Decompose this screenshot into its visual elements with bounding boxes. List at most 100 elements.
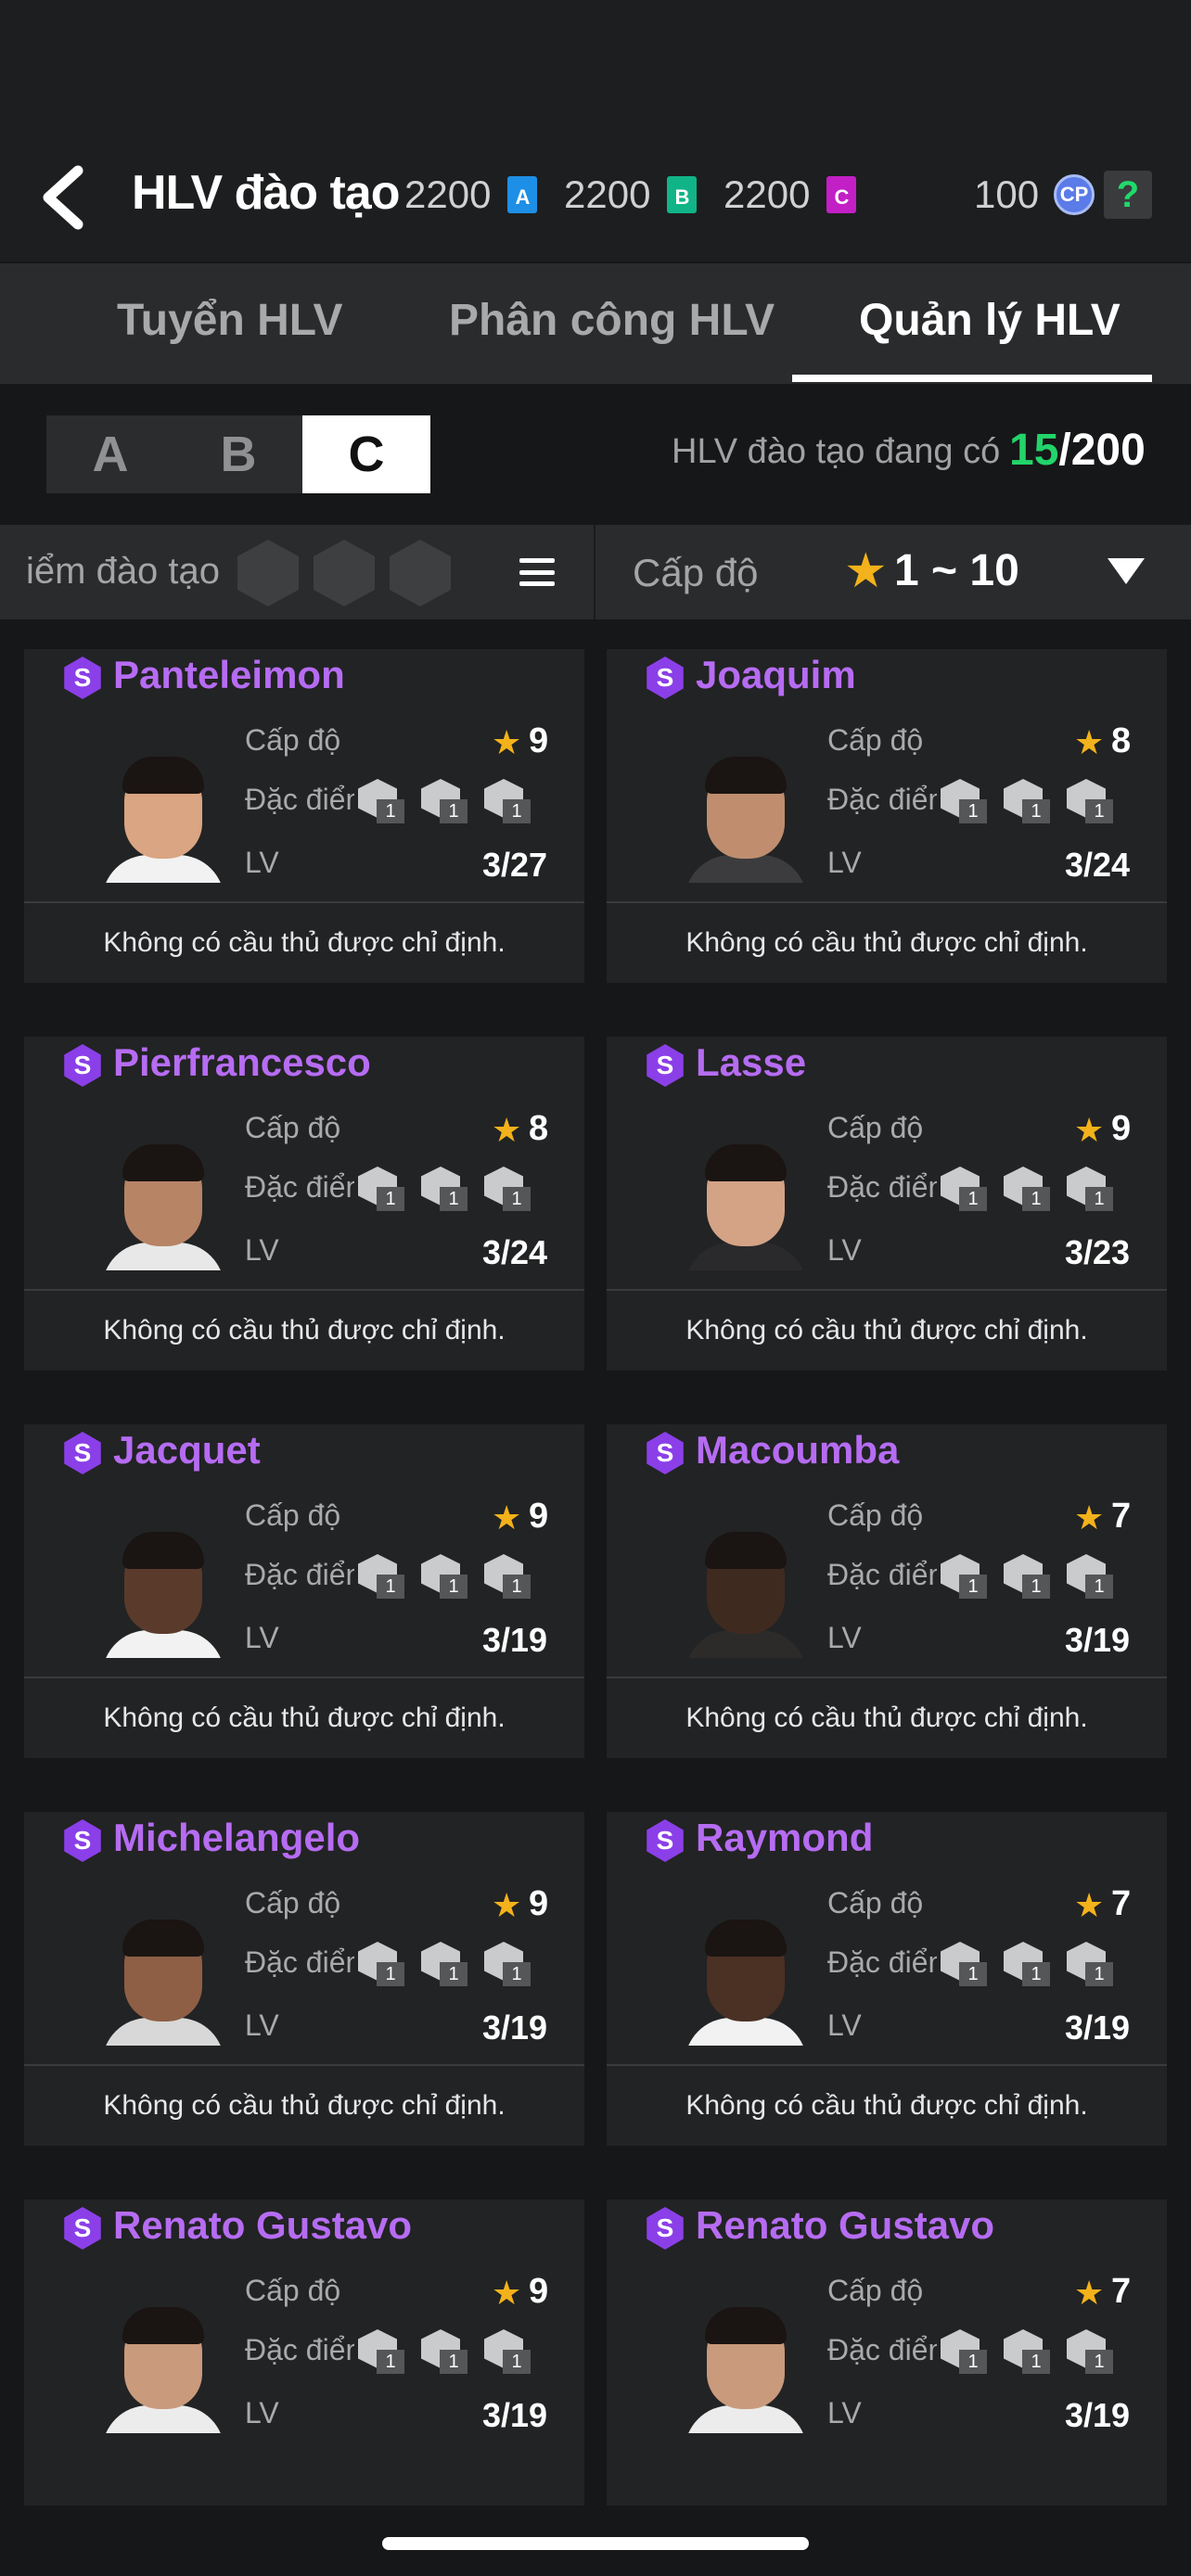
trait-icon[interactable]: 1 <box>358 779 406 823</box>
trait-icon[interactable]: 1 <box>1067 2329 1115 2374</box>
trait-icon[interactable]: 1 <box>484 1942 532 1986</box>
avatar-shirt <box>102 855 224 883</box>
trait-icon[interactable]: 1 <box>484 779 532 823</box>
back-arrow-icon[interactable] <box>37 165 93 230</box>
trait-count: 1 <box>440 799 467 823</box>
trait-icon[interactable]: 1 <box>484 1554 532 1599</box>
trait-icon[interactable]: 1 <box>1004 1942 1052 1986</box>
coach-card[interactable]: S Michelangelo Cấp độ ★ 9 Đặc điểm 1 1 1 L… <box>24 1812 584 2146</box>
star-icon: ★ <box>1074 2274 1105 2312</box>
coach-level: 9 <box>529 721 549 760</box>
level-range[interactable]: 1 ~ 10 <box>894 545 1019 596</box>
coach-avatar <box>98 1526 228 1658</box>
coach-lv: 3/19 <box>482 2396 548 2434</box>
tab-recruit[interactable]: Tuyển HLV <box>117 295 343 346</box>
lv-label: LV <box>827 1621 862 1654</box>
coach-card[interactable]: S Joaquim Cấp độ ★ 8 Đặc điểm 1 1 1 LV 3/2… <box>607 649 1167 983</box>
traits-label: Đặc điểm <box>245 1170 354 1204</box>
coach-card[interactable]: S Jacquet Cấp độ ★ 9 Đặc điểm 1 1 1 LV 3/1… <box>24 1424 584 1758</box>
trait-icon[interactable]: 1 <box>421 1942 469 1986</box>
trait-icon[interactable]: 1 <box>1067 1167 1115 1211</box>
page-title: HLV đào tạo <box>132 166 400 220</box>
trait-count: 1 <box>959 1962 987 1986</box>
trait-icon[interactable]: 1 <box>484 2329 532 2374</box>
ticket-a-icon: A <box>507 176 538 213</box>
coach-avatar <box>681 751 811 883</box>
trait-list: 1 1 1 <box>941 779 1115 823</box>
cp-coin-icon: CP <box>1054 174 1095 215</box>
lv-label: LV <box>245 846 279 879</box>
trait-icon[interactable]: 1 <box>941 1554 989 1599</box>
dropdown-arrow-icon[interactable] <box>1108 558 1145 584</box>
trait-icon[interactable]: 1 <box>421 1167 469 1211</box>
rank-s-icon: S <box>64 2207 101 2250</box>
group-c-button[interactable]: C <box>302 415 430 493</box>
currency-b: 2200 B <box>564 172 698 217</box>
trait-icon[interactable]: 1 <box>1004 1167 1052 1211</box>
help-button[interactable]: ? <box>1104 171 1152 219</box>
group-b-button[interactable]: B <box>174 415 302 493</box>
rank-s-icon: S <box>64 1819 101 1862</box>
group-a-button[interactable]: A <box>46 415 174 493</box>
home-indicator[interactable] <box>382 2537 809 2550</box>
ticket-c-icon: C <box>826 176 857 213</box>
coach-card[interactable]: S Lasse Cấp độ ★ 9 Đặc điểm 111 LV 3/23 … <box>607 1037 1167 1371</box>
coach-lv: 3/24 <box>1065 846 1131 884</box>
trait-slot-icon[interactable] <box>390 540 451 606</box>
trait-icon[interactable]: 1 <box>358 1942 406 1986</box>
tab-manage[interactable]: Quản lý HLV <box>859 295 1121 346</box>
traits-label: Đặc điểm <box>245 1558 354 1591</box>
trait-icon[interactable]: 1 <box>1067 779 1115 823</box>
trait-icon[interactable]: 1 <box>421 2329 469 2374</box>
trait-icon[interactable]: 1 <box>1004 2329 1052 2374</box>
coach-name: Pierfrancesco <box>113 1040 371 1084</box>
tab-assign[interactable]: Phân công HLV <box>449 295 775 346</box>
traits-label: Đặc điểm <box>827 783 937 816</box>
assignment-status: Không có cầu thủ được chỉ định. <box>24 2064 584 2146</box>
avatar-hair <box>705 1919 787 1957</box>
trait-slot-icon[interactable] <box>314 540 375 606</box>
avatar-shirt <box>685 1243 807 1270</box>
trait-icon[interactable]: 1 <box>1067 1554 1115 1599</box>
trait-slot-icon[interactable] <box>237 540 299 606</box>
trait-icon[interactable]: 1 <box>941 1167 989 1211</box>
coach-card[interactable]: S Panteleimon Cấp độ ★ 9 Đặc điểm 1 1 1 LV… <box>24 649 584 983</box>
trait-filter-slots[interactable] <box>237 540 451 606</box>
trait-icon[interactable]: 1 <box>941 1942 989 1986</box>
trait-icon[interactable]: 1 <box>1067 1942 1115 1986</box>
trait-icon[interactable]: 1 <box>358 1167 406 1211</box>
lv-label: LV <box>827 2009 862 2042</box>
avatar-shirt <box>685 2018 807 2046</box>
avatar-shirt <box>102 2405 224 2433</box>
coach-level: 9 <box>529 2272 549 2311</box>
avatar-hair <box>122 757 204 794</box>
trait-icon[interactable]: 1 <box>1004 1554 1052 1599</box>
trait-count: 1 <box>1085 1187 1113 1211</box>
trait-icon[interactable]: 1 <box>358 2329 406 2374</box>
trait-icon[interactable]: 1 <box>421 779 469 823</box>
trait-icon[interactable]: 1 <box>484 1167 532 1211</box>
coach-card[interactable]: S Renato Gustavo Cấp độ ★ 7 Đặc điểm 111… <box>607 2200 1167 2506</box>
trait-count: 1 <box>440 1962 467 1986</box>
trait-icon[interactable]: 1 <box>358 1554 406 1599</box>
coach-level: 9 <box>529 1497 549 1536</box>
trait-icon[interactable]: 1 <box>421 1554 469 1599</box>
trait-icon[interactable]: 1 <box>1004 779 1052 823</box>
trait-count: 1 <box>377 1575 404 1599</box>
coach-card[interactable]: S Renato Gustavo Cấp độ ★ 9 Đặc điểm 111… <box>24 2200 584 2506</box>
menu-icon[interactable] <box>519 558 555 586</box>
trait-filter-label[interactable]: iểm đào tạo <box>26 551 220 593</box>
coach-card[interactable]: S Pierfrancesco Cấp độ ★ 8 Đặc điểm 1 11 … <box>24 1037 584 1371</box>
trait-icon[interactable]: 1 <box>941 2329 989 2374</box>
star-icon: ★ <box>492 723 522 761</box>
coach-card[interactable]: S Raymond Cấp độ ★ 7 Đặc điểm 1 1 1 LV 3/1… <box>607 1812 1167 2146</box>
level-label: Cấp độ <box>245 1498 341 1532</box>
level-label: Cấp độ <box>245 1111 341 1144</box>
coach-lv: 3/19 <box>1065 2009 1131 2047</box>
coach-card[interactable]: S Macoumba Cấp độ ★ 7 Đặc điểm 1 1 1 LV 3/… <box>607 1424 1167 1758</box>
trait-count: 1 <box>503 799 531 823</box>
rank-s-icon: S <box>647 1819 684 1862</box>
trait-icon[interactable]: 1 <box>941 779 989 823</box>
coach-count-total: /200 <box>1058 426 1146 475</box>
level-filter-label[interactable]: Cấp độ <box>633 551 758 595</box>
